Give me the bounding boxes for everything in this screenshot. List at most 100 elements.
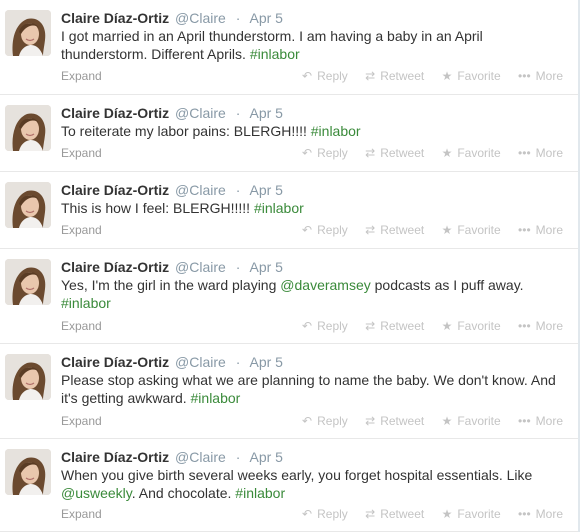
author-name[interactable]: Claire Díaz-Ortiz (61, 449, 169, 465)
tweet-timestamp[interactable]: Apr 5 (250, 182, 283, 198)
mention-link[interactable]: @usweekly (61, 485, 132, 501)
favorite-button[interactable]: ★ Favorite (442, 505, 501, 523)
favorite-label: Favorite (457, 414, 501, 428)
retweet-label: Retweet (380, 507, 425, 521)
more-button[interactable]: ••• More (518, 67, 563, 85)
author-name[interactable]: Claire Díaz-Ortiz (61, 354, 169, 370)
reply-arrow-icon: ↶ (302, 69, 313, 83)
author-name[interactable]: Claire Díaz-Ortiz (61, 105, 169, 121)
author-name[interactable]: Claire Díaz-Ortiz (61, 10, 169, 26)
ellipsis-dots-icon: ••• (518, 146, 531, 160)
tweet-timestamp[interactable]: Apr 5 (250, 449, 283, 465)
hashtag-link[interactable]: #inlabor (250, 46, 300, 62)
avatar[interactable] (5, 354, 51, 400)
retweet-button[interactable]: ⇄ Retweet (365, 221, 424, 239)
hashtag-link[interactable]: #inlabor (311, 123, 361, 139)
tweet-timestamp[interactable]: Apr 5 (250, 105, 283, 121)
ellipsis-dots-icon: ••• (518, 414, 531, 428)
tweet-timestamp[interactable]: Apr 5 (250, 259, 283, 275)
author-name[interactable]: Claire Díaz-Ortiz (61, 259, 169, 275)
reply-button[interactable]: ↶ Reply (302, 221, 348, 239)
retweet-arrows-icon: ⇄ (365, 319, 376, 333)
favorite-label: Favorite (457, 223, 501, 237)
author-handle[interactable]: @Claire (175, 10, 226, 26)
tweet-text: Yes, I'm the girl in the ward playing @d… (61, 276, 568, 312)
tweet-header: Claire Díaz-Ortiz @Claire · Apr 5 (61, 448, 568, 466)
tweet[interactable]: Claire Díaz-Ortiz @Claire · Apr 5 Yes, I… (0, 249, 578, 344)
tweet-actions: ↶ Reply ⇄ Retweet ★ Favorite ••• More (288, 505, 563, 523)
retweet-button[interactable]: ⇄ Retweet (365, 67, 424, 85)
avatar[interactable] (5, 182, 51, 228)
more-button[interactable]: ••• More (518, 505, 563, 523)
reply-arrow-icon: ↶ (302, 414, 313, 428)
tweet[interactable]: Claire Díaz-Ortiz @Claire · Apr 5 I got … (0, 0, 578, 95)
star-icon: ★ (441, 223, 453, 237)
tweet-header: Claire Díaz-Ortiz @Claire · Apr 5 (61, 104, 568, 122)
tweet-footer: Expand ↶ Reply ⇄ Retweet ★ Favorite ••• More (61, 317, 568, 335)
tweet-text-segment: podcasts as I puff away. (370, 277, 524, 293)
header-separator: · (235, 105, 241, 121)
expand-link[interactable]: Expand (61, 67, 102, 85)
favorite-label: Favorite (457, 69, 501, 83)
expand-link[interactable]: Expand (61, 221, 102, 239)
more-button[interactable]: ••• More (518, 317, 563, 335)
tweet-timestamp[interactable]: Apr 5 (250, 10, 283, 26)
retweet-arrows-icon: ⇄ (365, 146, 376, 160)
tweet-timestamp[interactable]: Apr 5 (250, 354, 283, 370)
reply-button[interactable]: ↶ Reply (302, 67, 348, 85)
retweet-arrows-icon: ⇄ (365, 223, 376, 237)
retweet-button[interactable]: ⇄ Retweet (365, 505, 424, 523)
more-button[interactable]: ••• More (518, 412, 563, 430)
author-handle[interactable]: @Claire (175, 449, 226, 465)
hashtag-link[interactable]: #inlabor (61, 295, 111, 311)
avatar[interactable] (5, 105, 51, 151)
favorite-button[interactable]: ★ Favorite (442, 317, 501, 335)
author-handle[interactable]: @Claire (175, 105, 226, 121)
expand-link[interactable]: Expand (61, 144, 102, 162)
tweet-actions: ↶ Reply ⇄ Retweet ★ Favorite ••• More (288, 67, 563, 85)
expand-link[interactable]: Expand (61, 412, 102, 430)
tweet-text-segment: When you give birth several weeks early,… (61, 467, 533, 483)
hashtag-link[interactable]: #inlabor (191, 390, 241, 406)
avatar[interactable] (5, 449, 51, 495)
tweet[interactable]: Claire Díaz-Ortiz @Claire · Apr 5 When y… (0, 439, 578, 532)
avatar-photo (5, 259, 51, 305)
tweet[interactable]: Claire Díaz-Ortiz @Claire · Apr 5 To rei… (0, 95, 578, 172)
more-button[interactable]: ••• More (518, 221, 563, 239)
retweet-button[interactable]: ⇄ Retweet (365, 412, 424, 430)
retweet-button[interactable]: ⇄ Retweet (365, 317, 424, 335)
avatar[interactable] (5, 259, 51, 305)
favorite-button[interactable]: ★ Favorite (442, 67, 501, 85)
tweet-text: To reiterate my labor pains: BLERGH!!!! … (61, 122, 568, 140)
avatar-photo (5, 105, 51, 151)
tweet-actions: ↶ Reply ⇄ Retweet ★ Favorite ••• More (288, 412, 563, 430)
reply-arrow-icon: ↶ (302, 319, 313, 333)
mention-link[interactable]: @daveramsey (280, 277, 370, 293)
favorite-button[interactable]: ★ Favorite (442, 221, 501, 239)
hashtag-link[interactable]: #inlabor (254, 200, 304, 216)
header-separator: · (235, 10, 241, 26)
hashtag-link[interactable]: #inlabor (235, 485, 285, 501)
tweet[interactable]: Claire Díaz-Ortiz @Claire · Apr 5 Please… (0, 344, 578, 439)
reply-button[interactable]: ↶ Reply (302, 317, 348, 335)
tweet[interactable]: Claire Díaz-Ortiz @Claire · Apr 5 This i… (0, 172, 578, 249)
author-handle[interactable]: @Claire (175, 354, 226, 370)
author-handle[interactable]: @Claire (175, 259, 226, 275)
reply-button[interactable]: ↶ Reply (302, 412, 348, 430)
reply-button[interactable]: ↶ Reply (302, 505, 348, 523)
author-handle[interactable]: @Claire (175, 182, 226, 198)
reply-button[interactable]: ↶ Reply (302, 144, 348, 162)
retweet-arrows-icon: ⇄ (365, 69, 376, 83)
favorite-button[interactable]: ★ Favorite (442, 144, 501, 162)
reply-arrow-icon: ↶ (302, 223, 313, 237)
favorite-button[interactable]: ★ Favorite (442, 412, 501, 430)
expand-link[interactable]: Expand (61, 505, 102, 523)
favorite-label: Favorite (457, 319, 501, 333)
more-button[interactable]: ••• More (518, 144, 563, 162)
avatar[interactable] (5, 10, 51, 56)
retweet-arrows-icon: ⇄ (365, 507, 376, 521)
retweet-button[interactable]: ⇄ Retweet (365, 144, 424, 162)
author-name[interactable]: Claire Díaz-Ortiz (61, 182, 169, 198)
reply-label: Reply (317, 223, 348, 237)
expand-link[interactable]: Expand (61, 317, 102, 335)
